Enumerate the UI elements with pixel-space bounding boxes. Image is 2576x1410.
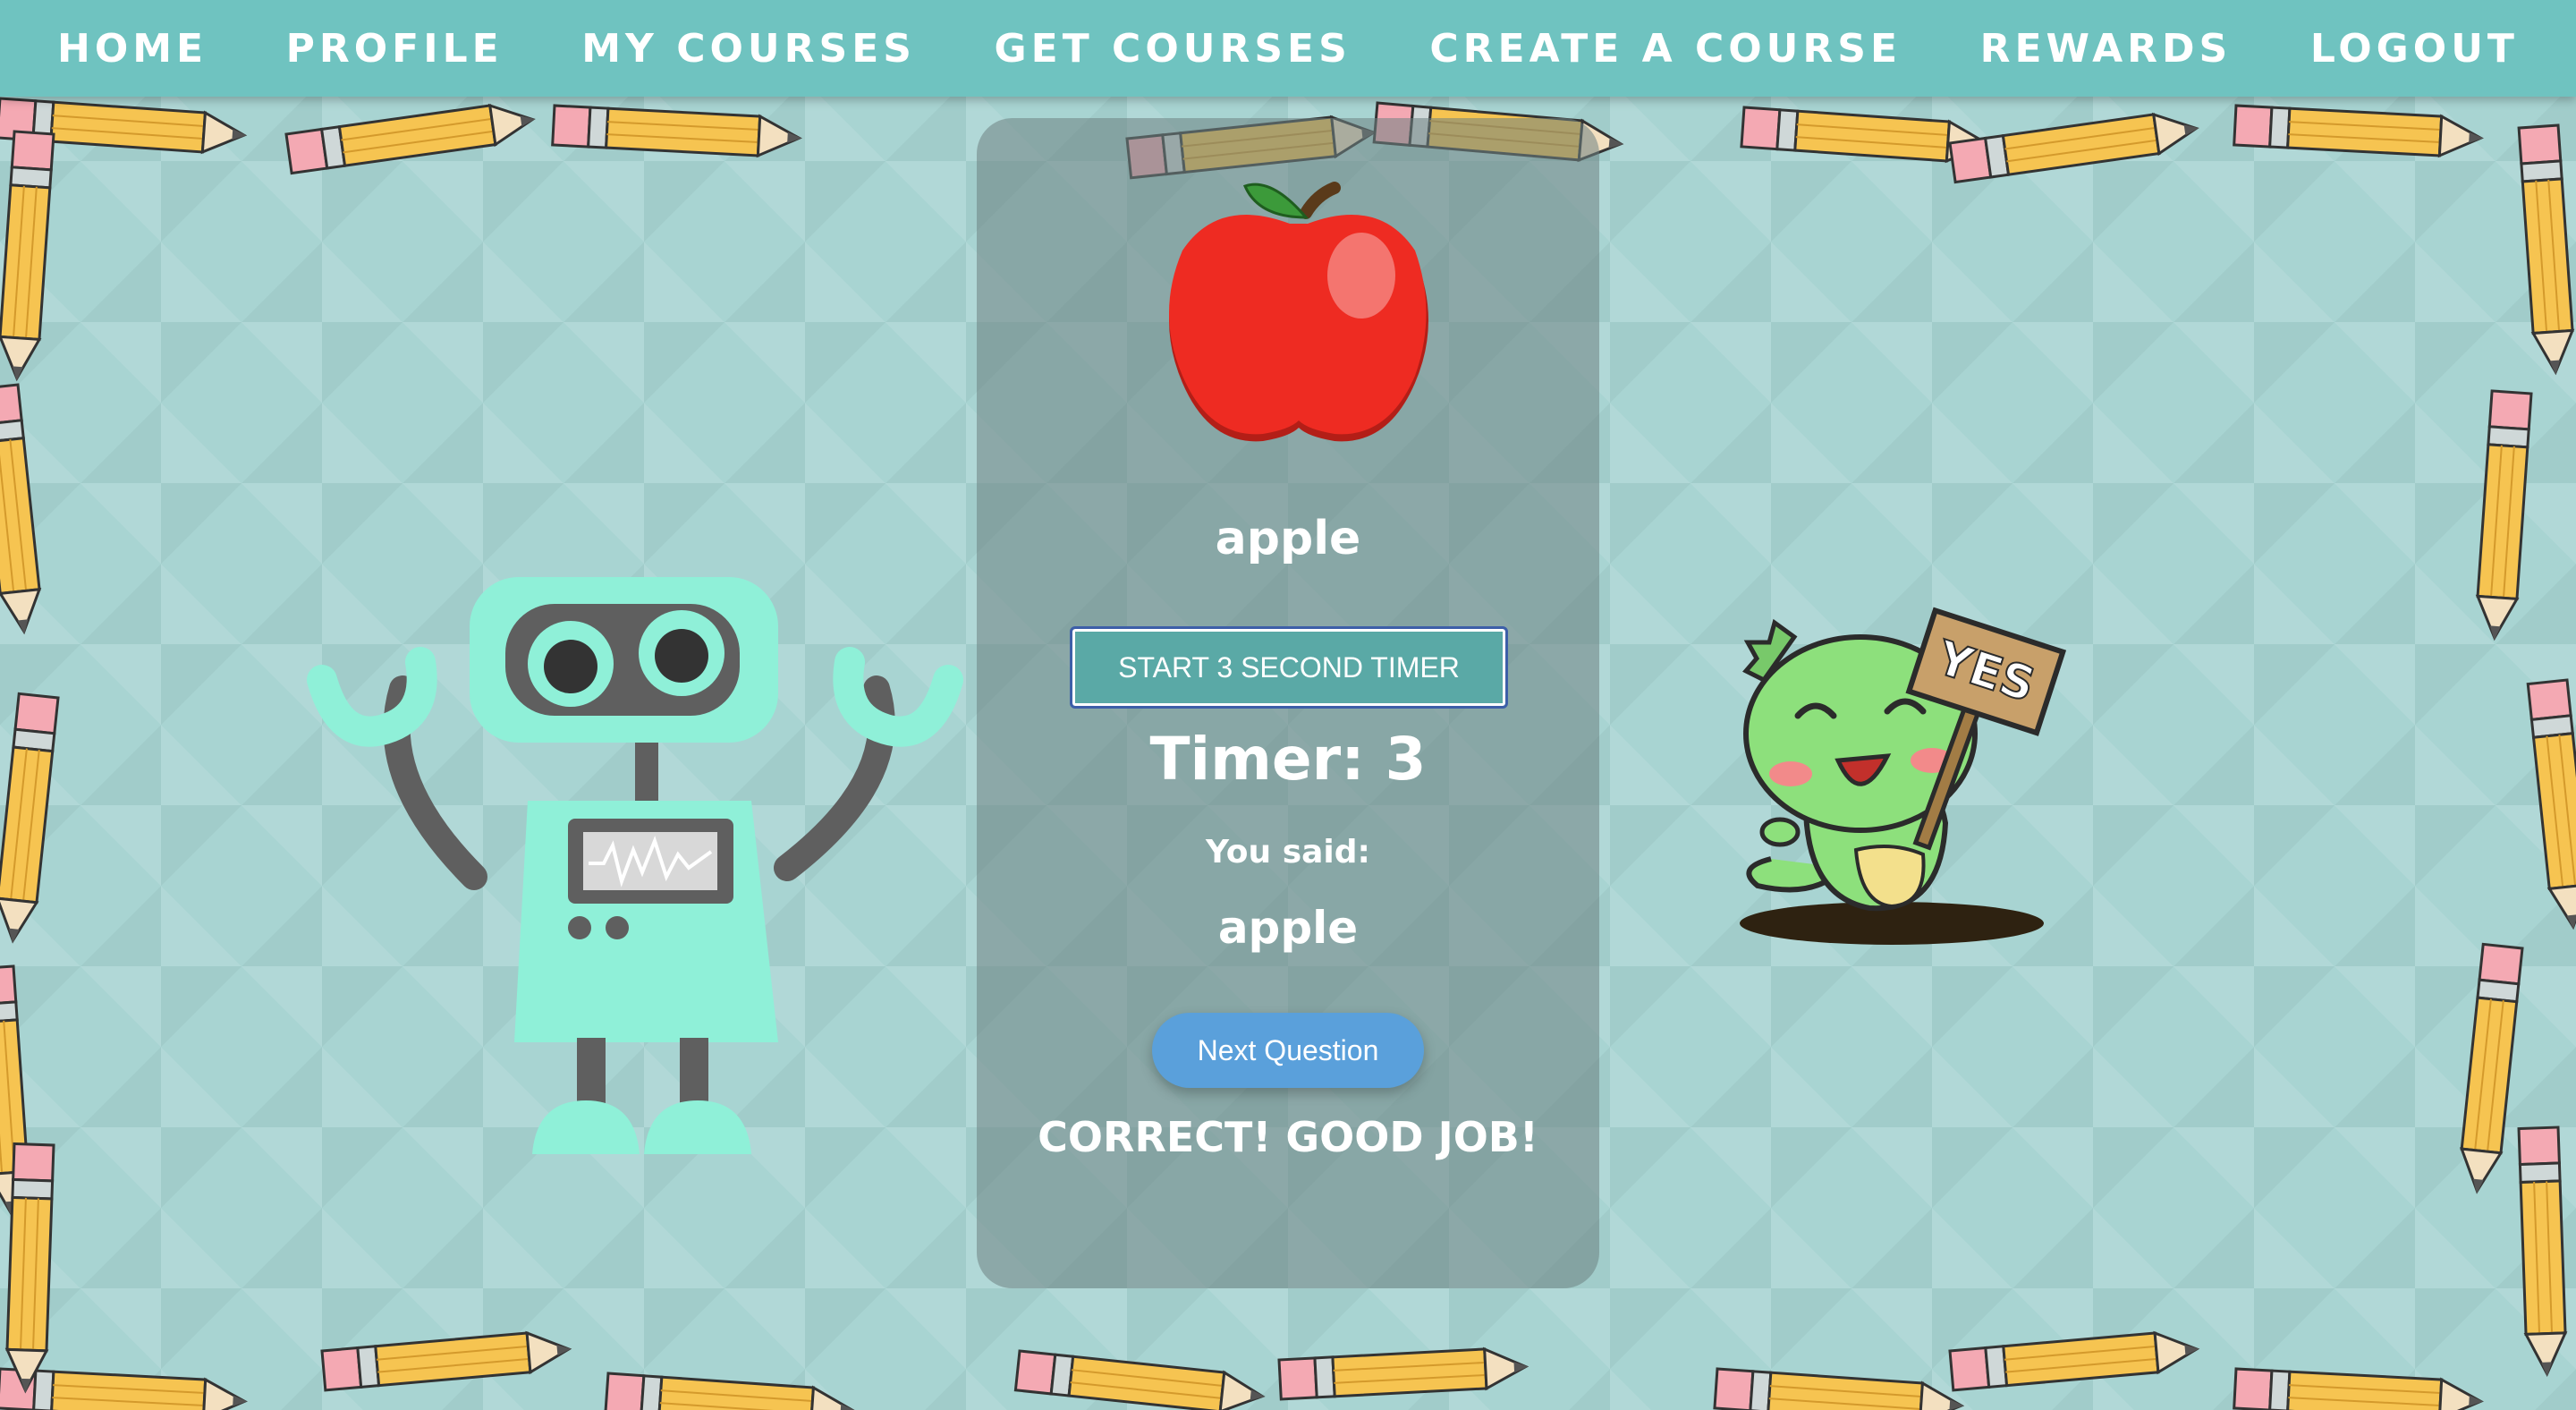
apple-icon <box>1169 182 1428 442</box>
quiz-panel: apple START 3 SECOND TIMER Timer: 3 You … <box>977 118 1599 1288</box>
feedback-message: CORRECT! GOOD JOB! <box>1038 1113 1538 1161</box>
spoken-answer: apple <box>1217 902 1359 954</box>
nav-get-courses[interactable]: GET COURSES <box>995 26 1352 72</box>
robot-illustration <box>307 577 963 1154</box>
nav-profile[interactable]: PROFILE <box>286 26 504 72</box>
nav-rewards[interactable]: REWARDS <box>1980 26 2233 72</box>
timer-display: Timer: 3 <box>1149 725 1427 794</box>
nav-logout[interactable]: LOGOUT <box>2310 26 2519 72</box>
dinosaur-yes-sign-illustration: YES <box>1740 607 2067 945</box>
next-question-button[interactable]: Next Question <box>1152 1013 1424 1088</box>
quiz-word: apple <box>1215 512 1361 565</box>
nav-home[interactable]: HOME <box>57 26 208 72</box>
top-nav: HOME PROFILE MY COURSES GET COURSES CREA… <box>0 0 2576 97</box>
start-timer-button[interactable]: START 3 SECOND TIMER <box>1070 626 1508 709</box>
nav-create-course[interactable]: CREATE A COURSE <box>1429 26 1902 72</box>
nav-my-courses[interactable]: MY COURSES <box>581 26 916 72</box>
you-said-label: You said: <box>1206 834 1370 871</box>
